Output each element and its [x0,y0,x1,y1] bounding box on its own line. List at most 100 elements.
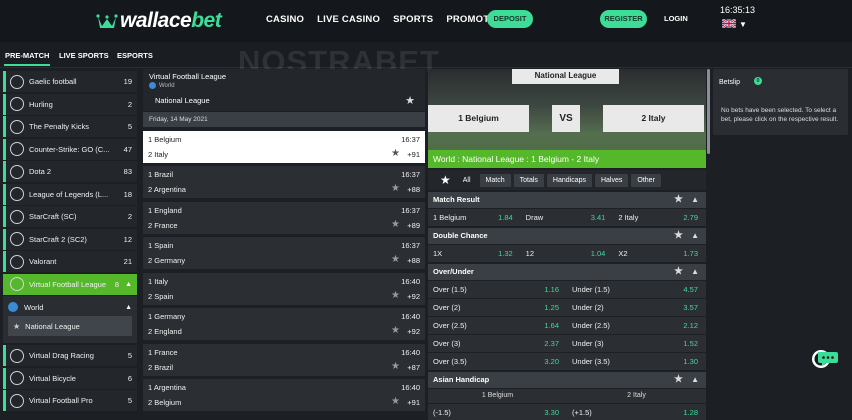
nav-sports[interactable]: SPORTS [393,14,433,25]
odds-button[interactable]: Over (3.5) 3.20 [428,353,567,370]
collapse-caret-icon[interactable]: ▲ [691,228,699,244]
sport-item-starcraft-2[interactable]: StarCraft 2 (SC2) 12 [3,228,137,250]
sport-item-hurling[interactable]: Hurling 2 [3,93,137,115]
favorite-star-icon[interactable]: ★ [391,396,400,407]
region-world[interactable]: World ▲ [8,298,132,316]
betslip-title[interactable]: Betslip [719,79,740,86]
login-button[interactable]: LOGIN [664,14,688,23]
odds-button[interactable]: Over (3) 2.37 [428,335,567,352]
match-row[interactable]: 1 Germany 2 England 16:40 ★ +92 [143,308,425,340]
language-caret-icon[interactable]: ▼ [739,20,747,29]
match-row[interactable]: 1 Belgium 2 Italy 16:37 ★ +91 [143,130,425,163]
collapse-caret-icon[interactable]: ▲ [691,264,699,280]
favorite-star-icon[interactable]: ★ [391,219,400,230]
favorite-star-icon[interactable]: ★ [391,325,400,336]
odds-button[interactable]: 1X 1.32 [428,245,521,262]
more-markets-count[interactable]: +89 [407,221,420,230]
odds-button[interactable]: 12 1.04 [521,245,614,262]
star-icon[interactable]: ★ [674,192,683,208]
more-markets-count[interactable]: +91 [407,150,420,159]
subnav-esports[interactable]: ESPORTS [117,51,153,60]
star-icon[interactable]: ★ [674,264,683,280]
favorite-star-icon[interactable]: ★ [391,148,400,159]
odds-label: Under (1.5) [572,285,610,294]
odds-button[interactable]: Over (2) 1.25 [428,299,567,316]
match-row[interactable]: 1 Italy 2 Spain 16:40 ★ +92 [143,272,425,305]
odds-button[interactable]: Under (3.5) 1.30 [567,353,706,370]
subnav-pre-match[interactable]: PRE-MATCH [5,51,49,60]
sports-list: Gaelic football 19 Hurling 2 The Penalty K… [3,71,137,413]
tab-match[interactable]: Match [479,173,511,187]
sport-item-counter-strike[interactable]: Counter-Strike: GO (C... 47 [3,138,137,160]
subnav-live-sports[interactable]: LIVE SPORTS [59,51,109,60]
odds-row: Over (2.5) 1.64 Under (2.5) 2.12 [428,317,706,334]
market-header[interactable]: Double Chance ★ ▲ [428,228,706,244]
betslip-empty-message: No bets have been selected. To select a … [721,107,839,123]
more-markets-count[interactable]: +88 [407,185,420,194]
odds-button[interactable]: Under (2.5) 2.12 [567,317,706,334]
chat-icon[interactable] [810,344,840,370]
register-button[interactable]: REGISTER [600,10,647,28]
favorites-star-icon[interactable]: ★ [440,173,451,187]
uk-flag-icon[interactable] [722,19,736,28]
favorite-star-icon[interactable]: ★ [391,183,400,194]
sport-item-virtual-football-league[interactable]: Virtual Football League 8 ▲ [3,273,137,295]
sport-item-valorant[interactable]: Valorant 21 [3,251,137,272]
star-icon[interactable]: ★ [674,228,683,244]
odds-button[interactable]: Under (2) 3.57 [567,299,706,316]
brand-logo[interactable]: wallacebet [96,9,222,33]
more-markets-count[interactable]: +92 [407,327,420,336]
odds-button[interactable]: Over (2.5) 1.64 [428,317,567,334]
sport-item-starcraft[interactable]: StarCraft (SC) 2 [3,206,137,227]
match-row[interactable]: 1 Brazil 2 Argentina 16:37 ★ +88 [143,166,425,198]
market-header[interactable]: Match Result ★ ▲ [428,192,706,208]
more-markets-count[interactable]: +91 [407,398,420,407]
odds-button[interactable]: (+1.5) 1.28 [567,404,706,420]
tab-halves[interactable]: Halves [594,173,629,187]
odds-button[interactable]: 2 Italy 2.79 [613,209,706,226]
tab-all[interactable]: All [456,173,477,187]
sport-item-dota-2[interactable]: Dota 2 83 [3,161,137,182]
market-header[interactable]: Over/Under ★ ▲ [428,264,706,280]
odds-button[interactable]: 1 Belgium 1.84 [428,209,521,226]
favorite-star-icon[interactable]: ★ [391,290,400,301]
odds-button[interactable]: Over (1.5) 1.16 [428,281,567,298]
star-icon[interactable]: ★ [13,322,20,331]
star-icon[interactable]: ★ [674,372,683,388]
favorite-star-icon[interactable]: ★ [405,94,415,107]
sport-item-virtual-drag-racing[interactable]: Virtual Drag Racing 5 [3,345,137,366]
collapse-caret-icon[interactable]: ▲ [125,281,132,288]
match-row[interactable]: 1 England 2 France 16:37 ★ +89 [143,201,425,234]
tab-handicaps[interactable]: Handicaps [546,173,592,187]
league-national-league[interactable]: ★ National League [8,316,132,336]
sport-item-virtual-football-pro[interactable]: Virtual Football Pro 5 [3,390,137,411]
match-row[interactable]: 1 Argentina 2 Belgium 16:40 ★ +91 [143,379,425,411]
sport-item-virtual-bicycle[interactable]: Virtual Bicycle 6 [3,367,137,389]
collapse-caret-icon[interactable]: ▲ [691,192,699,208]
tab-totals[interactable]: Totals [513,173,544,187]
odds-button[interactable]: Under (1.5) 4.57 [567,281,706,298]
sport-item-gaelic-football[interactable]: Gaelic football 19 [3,71,137,92]
odds-button[interactable]: (-1.5) 3.30 [428,404,567,420]
more-markets-count[interactable]: +88 [407,256,420,265]
match-row[interactable]: 1 Spain 2 Germany 16:37 ★ +88 [143,237,425,269]
sport-item-league-of-legends[interactable]: League of Legends (L... 18 [3,183,137,205]
odds-button[interactable]: X2 1.73 [613,245,706,262]
odds-button[interactable]: Under (3) 1.52 [567,335,706,352]
deposit-button[interactable]: DEPOSIT [487,10,533,28]
scrollbar[interactable] [707,69,710,154]
tab-other[interactable]: Other [631,173,661,187]
sport-item-penalty-kicks[interactable]: The Penalty Kicks 5 [3,116,137,137]
nav-casino[interactable]: CASINO [266,14,304,25]
favorite-star-icon[interactable]: ★ [391,361,400,372]
more-markets-count[interactable]: +87 [407,363,420,372]
market-header[interactable]: Asian Handicap ★ ▲ [428,372,706,388]
odds-value: 3.30 [544,408,559,417]
odds-button[interactable]: Draw 3.41 [521,209,614,226]
collapse-caret-icon[interactable]: ▲ [125,304,132,311]
nav-live-casino[interactable]: LIVE CASINO [317,14,380,25]
more-markets-count[interactable]: +92 [407,292,420,301]
collapse-caret-icon[interactable]: ▲ [691,372,699,388]
favorite-star-icon[interactable]: ★ [391,254,400,265]
match-row[interactable]: 1 France 2 Brazil 16:40 ★ +87 [143,343,425,376]
